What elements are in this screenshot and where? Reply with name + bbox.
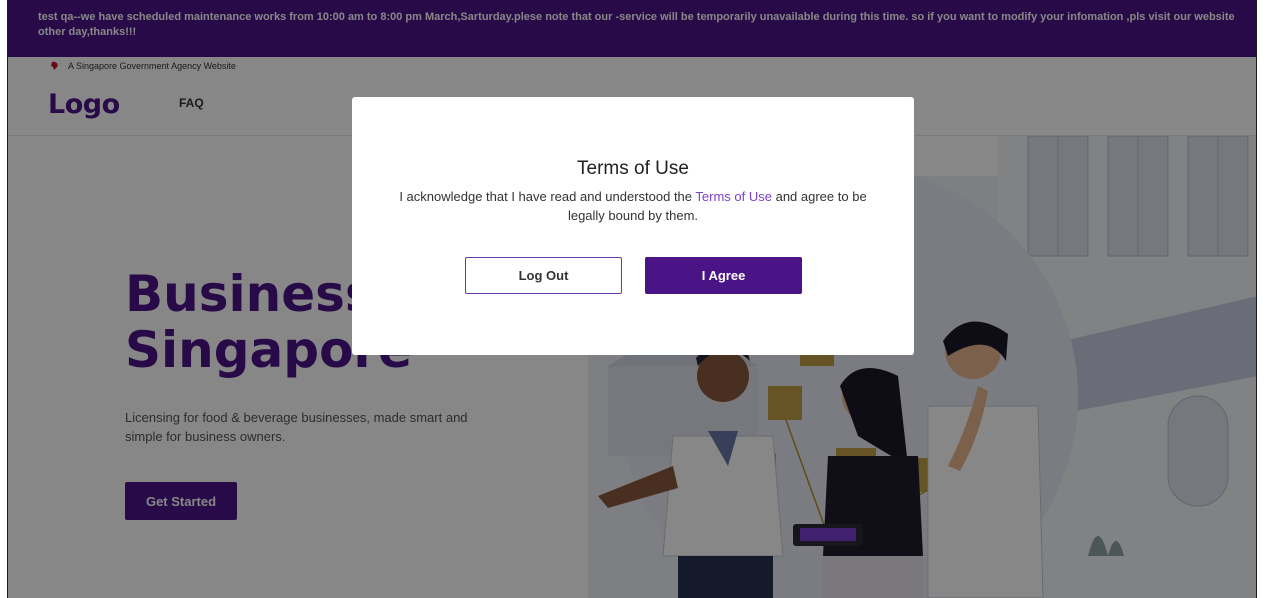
dialog-body: I acknowledge that I have read and under… (392, 187, 874, 225)
log-out-button[interactable]: Log Out (465, 257, 622, 294)
i-agree-button[interactable]: I Agree (645, 257, 802, 294)
terms-of-use-link[interactable]: Terms of Use (695, 189, 772, 204)
page-frame: test qa--we have scheduled maintenance w… (7, 0, 1257, 598)
dialog-title: Terms of Use (577, 158, 689, 179)
dialog-body-text-before: I acknowledge that I have read and under… (399, 189, 696, 204)
terms-of-use-dialog: Terms of Use I acknowledge that I have r… (352, 97, 914, 355)
